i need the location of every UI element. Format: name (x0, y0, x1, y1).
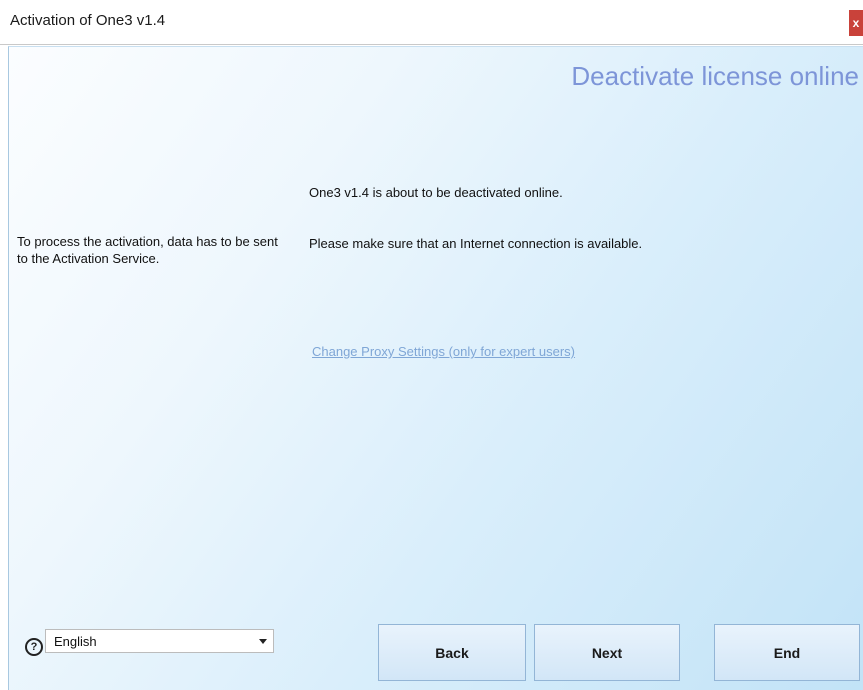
dropdown-arrow-icon (259, 639, 267, 644)
deactivation-message: One3 v1.4 is about to be deactivated onl… (309, 185, 563, 200)
language-select[interactable]: English (45, 629, 274, 653)
window-title: Activation of One3 v1.4 (10, 12, 166, 29)
internet-connection-message: Please make sure that an Internet connec… (309, 236, 643, 251)
close-button[interactable]: x (849, 10, 863, 36)
activation-window: Activation of One3 v1.4 x Deactivate lic… (0, 0, 863, 690)
left-info-text: To process the activation, data has to b… (17, 234, 278, 266)
back-button[interactable]: Back (378, 624, 526, 681)
end-button[interactable]: End (714, 624, 860, 681)
page-title: Deactivate license online (571, 61, 859, 91)
help-icon[interactable]: ? (25, 638, 43, 656)
title-bar: Activation of One3 v1.4 x (0, 0, 863, 45)
wizard-panel: Deactivate license online To process the… (8, 46, 863, 690)
next-button[interactable]: Next (534, 624, 680, 681)
change-proxy-settings-link[interactable]: Change Proxy Settings (only for expert u… (312, 344, 575, 359)
language-select-value: English (54, 634, 97, 649)
